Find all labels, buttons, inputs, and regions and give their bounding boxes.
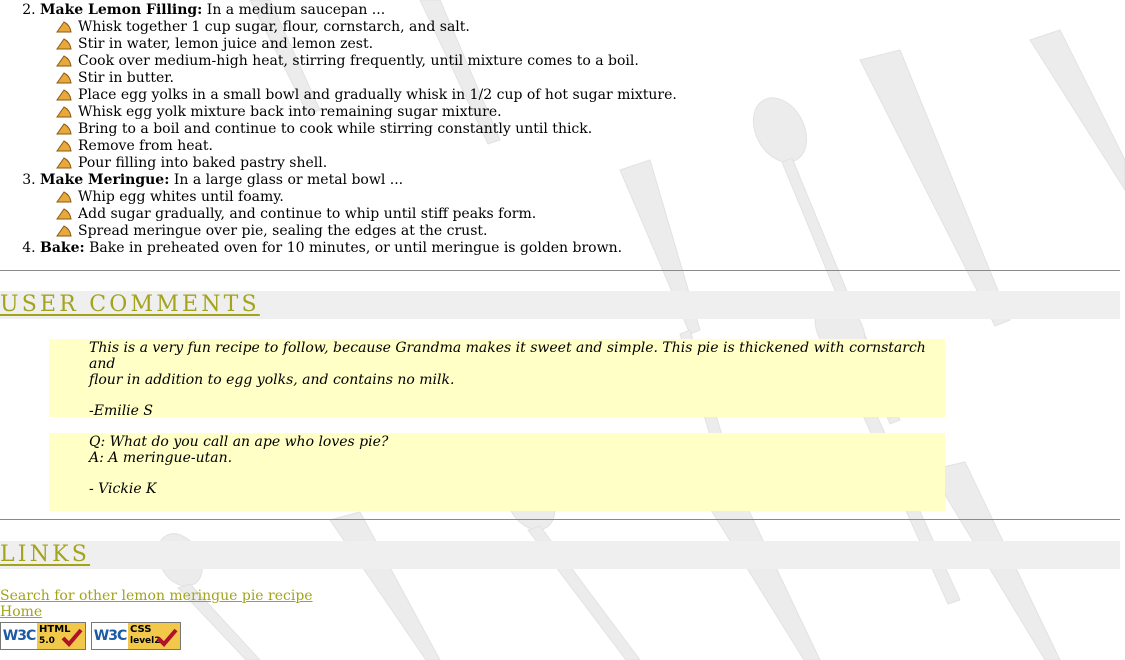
list-item: Cook over medium-high heat, stirring fre… [56, 53, 800, 70]
badge-kind: CSS [130, 624, 152, 635]
checkmark-icon [156, 628, 178, 647]
pie-slice-icon [56, 225, 72, 237]
substep-text: Stir in water, lemon juice and lemon zes… [78, 36, 374, 52]
list-item: Spread meringue over pie, sealing the ed… [56, 223, 800, 240]
substep-text: Bring to a boil and continue to cook whi… [78, 121, 593, 137]
list-item: Whisk together 1 cup sugar, flour, corns… [56, 19, 800, 36]
substep-text: Pour filling into baked pastry shell. [78, 155, 328, 171]
list-item: Remove from heat. [56, 138, 800, 155]
divider [0, 519, 1120, 520]
list-item: Add sugar gradually, and continue to whi… [56, 206, 800, 223]
list-item: Place egg yolks in a small bowl and grad… [56, 87, 800, 104]
comment-box: This is a very fun recipe to follow, bec… [49, 339, 945, 419]
step-substeps: Whip egg whites until foamy. Add sugar g… [40, 189, 800, 240]
home-link[interactable]: Home [0, 604, 42, 620]
step-intro: In a large glass or metal bowl ... [169, 172, 404, 188]
comment-line: A: A meringue-utan. [89, 450, 233, 466]
pie-slice-icon [56, 21, 72, 33]
substep-text: Whisk egg yolk mixture back into remaini… [78, 104, 502, 120]
comments-heading: USER COMMENTS [0, 292, 260, 317]
pie-slice-icon [56, 191, 72, 203]
step-filling: Make Lemon Filling: In a medium saucepan… [40, 2, 800, 172]
step-bake: Bake: Bake in preheated oven for 10 minu… [40, 240, 800, 257]
substep-text: Add sugar gradually, and continue to whi… [78, 206, 537, 222]
substep-text: Remove from heat. [78, 138, 213, 154]
step-meringue: Make Meringue: In a large glass or metal… [40, 172, 800, 240]
comment-author: -Emilie S [89, 403, 153, 419]
recipe-steps: Make Lemon Filling: In a medium saucepan… [0, 2, 800, 257]
w3c-logo: W3C [92, 623, 128, 649]
pie-slice-icon [56, 123, 72, 135]
substep-text: Whisk together 1 cup sugar, flour, corns… [78, 19, 470, 35]
substep-text: Stir in butter. [78, 70, 174, 86]
step-intro: Bake in preheated oven for 10 minutes, o… [84, 240, 623, 256]
list-item: Stir in water, lemon juice and lemon zes… [56, 36, 800, 53]
pie-slice-icon [56, 140, 72, 152]
list-item: Pour filling into baked pastry shell. [56, 155, 800, 172]
step-title: Make Meringue: [40, 172, 170, 188]
step-substeps: Whisk together 1 cup sugar, flour, corns… [40, 19, 800, 172]
step-intro: In a medium saucepan ... [202, 2, 386, 18]
badge-version: 5.0 [39, 636, 55, 646]
comments-header: USER COMMENTS [0, 291, 1120, 319]
substep-text: Spread meringue over pie, sealing the ed… [78, 223, 488, 239]
divider [0, 270, 1120, 271]
substep-text: Whip egg whites until foamy. [78, 189, 284, 205]
pie-slice-icon [56, 208, 72, 220]
w3c-logo: W3C [1, 623, 37, 649]
pie-slice-icon [56, 106, 72, 118]
list-item: Whip egg whites until foamy. [56, 189, 800, 206]
w3c-css-badge[interactable]: W3C CSS level2 [91, 622, 181, 650]
pie-slice-icon [56, 55, 72, 67]
pie-slice-icon [56, 38, 72, 50]
checkmark-icon [61, 628, 83, 647]
links-header: LINKS [0, 541, 1120, 569]
list-item: Stir in butter. [56, 70, 800, 87]
comment-line: This is a very fun recipe to follow, bec… [89, 340, 926, 372]
list-item: Bring to a boil and continue to cook whi… [56, 121, 800, 138]
comment-author: - Vickie K [89, 481, 157, 497]
step-title: Make Lemon Filling: [40, 2, 203, 18]
step-title: Bake: [40, 240, 85, 256]
w3c-html-badge[interactable]: W3C HTML 5.0 [0, 622, 86, 650]
comment-box: Q: What do you call an ape who loves pie… [49, 433, 945, 511]
substep-text: Cook over medium-high heat, stirring fre… [78, 53, 639, 69]
comment-line: flour in addition to egg yolks, and cont… [89, 372, 455, 388]
search-recipes-link[interactable]: Search for other lemon meringue pie reci… [0, 588, 313, 604]
links-heading: LINKS [0, 542, 91, 567]
list-item: Whisk egg yolk mixture back into remaini… [56, 104, 800, 121]
pie-slice-icon [56, 157, 72, 169]
pie-slice-icon [56, 72, 72, 84]
comment-line: Q: What do you call an ape who loves pie… [89, 434, 389, 450]
pie-slice-icon [56, 89, 72, 101]
substep-text: Place egg yolks in a small bowl and grad… [78, 87, 677, 103]
